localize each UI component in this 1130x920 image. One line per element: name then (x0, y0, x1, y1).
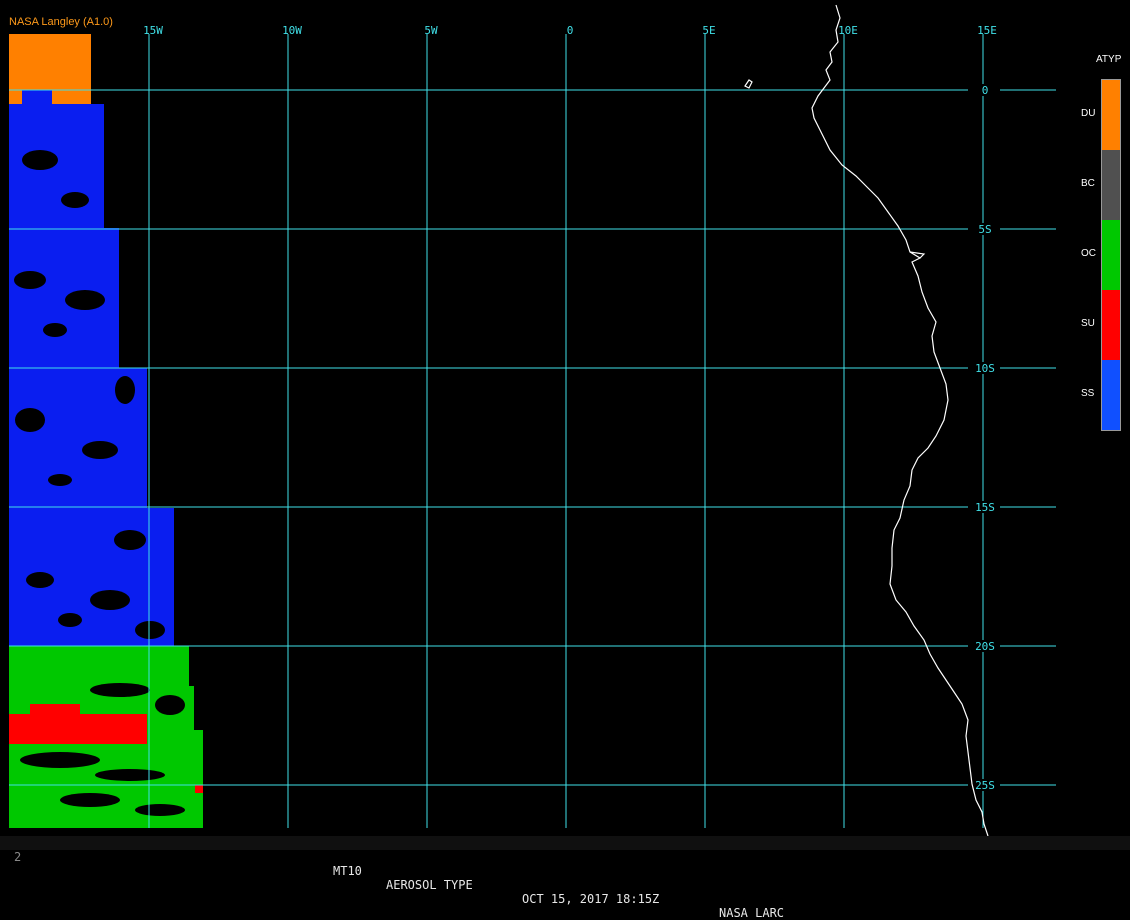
legend-label-ss: SS (1081, 388, 1095, 399)
aerosol-swath (9, 34, 203, 828)
status-glyph: 2 (14, 850, 22, 864)
legend-label-su: SU (1081, 318, 1095, 329)
lat-label: 10S (975, 362, 995, 375)
lon-label: 15E (977, 24, 997, 37)
grid-labels: 15W 10W 5W 0 5E 10E 15E 0 5S 10S 15S 20S 25S (143, 24, 1000, 792)
legend-swatch-bc (1102, 150, 1120, 220)
lat-label: 20S (975, 640, 995, 653)
credit-label: NASA Langley (A1.0) (9, 16, 113, 28)
sulfate-region (9, 714, 147, 744)
legend-swatch-oc (1102, 220, 1120, 290)
legend-label-du: DU (1081, 108, 1096, 119)
legend-swatch-ss (1102, 360, 1120, 430)
legend-swatch-du (1102, 80, 1120, 150)
lon-label: 0 (567, 24, 574, 37)
lon-label: 10E (838, 24, 858, 37)
lon-label: 5W (424, 24, 438, 37)
coastline (811, 4, 989, 837)
source-label: NASA LARC (719, 906, 785, 920)
status-bar: 2 MT10 AEROSOL TYPE OCT 15, 2017 18:15Z … (0, 836, 1130, 920)
lon-label: 10W (282, 24, 302, 37)
lat-label: 0 (982, 84, 989, 97)
lat-label: 5S (978, 223, 991, 236)
lat-label: 25S (975, 779, 995, 792)
legend-swatch-su (1102, 290, 1120, 360)
lon-label: 5E (702, 24, 715, 37)
map-canvas: 15W 10W 5W 0 5E 10E 15E 0 5S 10S 15S 20S 25S (9, 4, 1056, 837)
bay-inlet (909, 251, 926, 259)
legend-label-oc: OC (1081, 248, 1096, 259)
organic-carbon-region (9, 646, 189, 686)
sea-salt-region (9, 104, 104, 228)
datetime-label: OCT 15, 2017 18:15Z (522, 892, 660, 906)
legend-colorbar (1101, 79, 1121, 431)
product-title: AEROSOL TYPE (386, 878, 473, 892)
lon-label: 15W (143, 24, 163, 37)
product-code: MT10 (333, 864, 362, 878)
coast-islet (744, 79, 753, 89)
legend-label-bc: BC (1081, 178, 1095, 189)
legend-title: ATYP (1096, 54, 1122, 65)
lat-label: 15S (975, 501, 995, 514)
